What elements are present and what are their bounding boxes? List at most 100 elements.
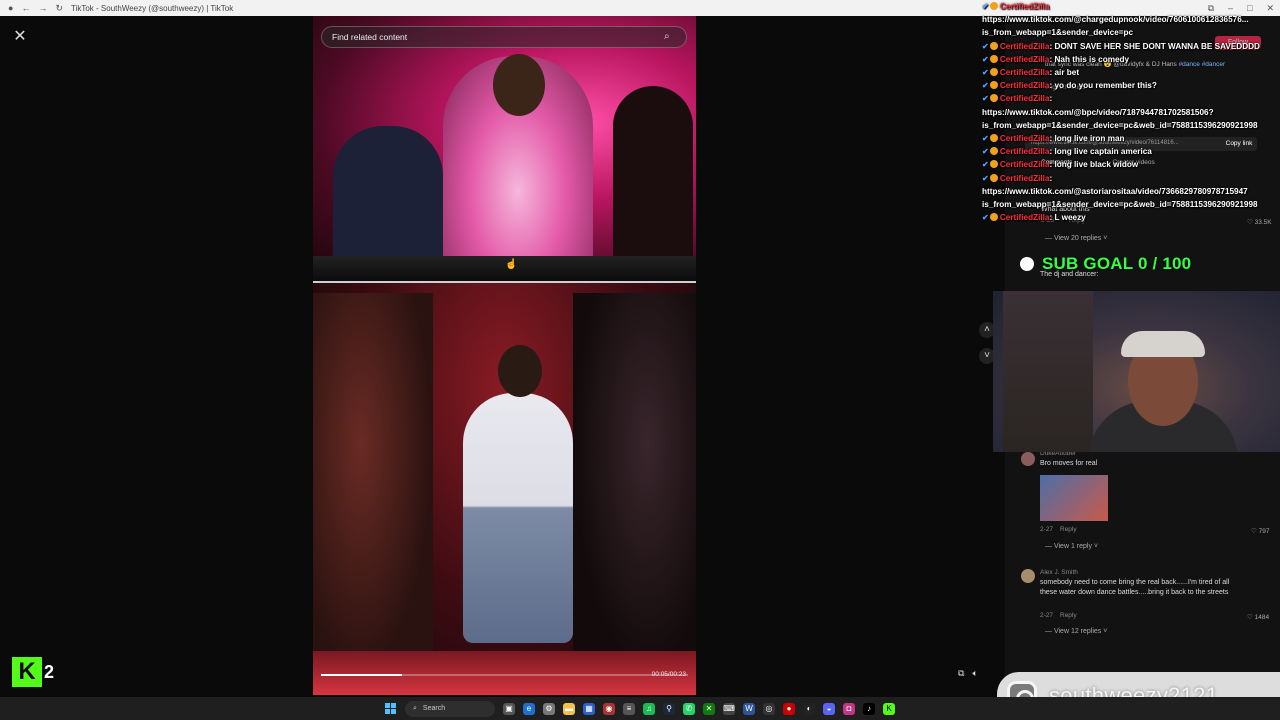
discord-icon[interactable]: ◒ [823,702,835,715]
back-icon[interactable]: ← [21,3,30,13]
windows-start-icon[interactable] [385,702,397,715]
sub-goal-text: SUB GOAL 0 / 100 [1042,254,1192,273]
tiktok-app-icon[interactable]: ♪ [863,702,875,715]
video-bottom-dance-scene [313,283,696,695]
comment-2-likes[interactable]: ♡ 797 [1251,527,1270,535]
chat-message: is_from_webapp=1&sender_device=pc [982,26,1280,39]
task-view-icon[interactable]: ▣ [503,702,515,715]
notepad-icon[interactable]: ≡ [623,702,635,715]
video-player[interactable]: Find related content ⌕ 00:05/00:23 [313,16,696,695]
comment-3-user[interactable]: Alex J. Smith [1040,569,1078,576]
webcam-streamer-cap [1121,331,1205,357]
chat-text: yo do you remember this? [1054,81,1157,91]
chat-text: https://www.tiktok.com/@bpc/video/718794… [982,107,1214,117]
chat-message: https://www.tiktok.com/@bpc/video/718794… [982,106,1280,119]
chat-username: CertifiedZilla [999,173,1050,183]
store-icon[interactable]: ▦ [583,702,595,715]
comment-3-reply[interactable]: Reply [1060,612,1077,619]
kick-app-icon[interactable]: K [883,702,895,715]
dj-head [493,54,545,116]
chat-message: ✔ CertifiedZilla: Nah this is comedy [982,53,1280,66]
chat-message: ✔ CertifiedZilla: yo do you remember this… [982,79,1280,92]
search-icon[interactable]: ⌕ [664,31,676,43]
chat-text: https://www.tiktok.com/@chargedupnook/vi… [982,15,1249,25]
chat-text: long live black widow [1054,160,1139,170]
edge-icon[interactable]: e [523,702,535,715]
comment-3-text: somebody need to come bring the real bac… [1040,579,1230,597]
chat-username: CertifiedZilla [999,147,1050,157]
reload-icon[interactable]: ↻ [55,3,63,14]
whatsapp-icon[interactable]: ✆ [683,702,695,715]
search-icon: ⌕ [413,704,417,712]
spotify-icon[interactable]: ♫ [643,702,655,715]
comment-2-text: Bro moves for real [1040,460,1098,467]
verified-icon: ✔ [982,94,989,104]
chat-message: https://www.tiktok.com/@chargedupnook/vi… [982,13,1280,26]
browser-nav: ● ← → ↻ [0,3,71,14]
kick-count: 2 [44,661,55,682]
comment-2-reply[interactable]: Reply [1060,526,1077,533]
word-icon[interactable]: W [743,702,755,715]
webcam-shelf [1003,291,1093,452]
steam-icon[interactable]: ⚲ [663,702,675,715]
related-search-input[interactable]: Find related content [332,32,664,42]
verified-icon: ✔ [982,213,989,223]
chat-message: ✔ CertifiedZilla: long live black widow [982,158,1280,171]
comment-2-view-replies[interactable]: — View 1 reply ˅ [1045,543,1098,550]
webcam-feed [993,291,1280,452]
chat-message: ✔ CertifiedZilla: [982,172,1280,185]
chat-message: ✔ CertifiedZilla: L weezy [982,211,1280,224]
forward-icon[interactable]: → [38,3,47,13]
obs-icon[interactable]: ◐ [803,702,815,715]
instagram-app-icon[interactable]: ◘ [843,702,855,715]
volume-icon[interactable]: 🔈︎ [972,668,977,682]
comment-2-image[interactable] [1040,475,1108,521]
chat-username: CertifiedZilla [999,213,1050,223]
chat-text: is_from_webapp=1&sender_device=pc&web_id… [982,120,1258,130]
badge-icon [989,41,998,50]
avatar[interactable] [1021,452,1035,466]
terminal-icon[interactable]: ⌨ [723,702,735,715]
file-explorer-icon[interactable]: ▬ [563,702,575,715]
chat-message: ✔ CertifiedZilla: [982,92,1280,105]
comment-3-date: 2-27 [1040,612,1054,619]
chat-text: https://www.tiktok.com/@astoriarositaa/v… [982,186,1248,196]
chat-message: ✔ CertifiedZilla: long live iron man [982,132,1280,145]
chat-message: is_from_webapp=1&sender_device=pc&web_id… [982,198,1280,211]
verified-icon: ✔ [982,134,989,144]
chat-text: DONT SAVE HER SHE DONT WANNA BE SAVEDDDD [1054,41,1260,51]
dancer-head [498,345,542,397]
record-icon[interactable]: ● [783,702,795,715]
mouse-pointer-icon: ☝ [505,259,518,270]
chat-text: Nah this is comedy [1054,54,1130,64]
badge-icon [989,94,998,103]
picture-in-picture-icon[interactable]: ⧉ [958,668,964,682]
sub-goal-overlay: SUB GOAL 0 / 100 [1020,253,1260,275]
kick-k-icon: K [12,657,42,687]
badge-icon [989,54,998,63]
xbox-icon[interactable]: ✕ [703,702,715,715]
close-icon[interactable]: ✕ [10,27,30,47]
chat-text: is_from_webapp=1&sender_device=pc&web_id… [982,200,1258,210]
app-icon[interactable]: ◉ [603,702,615,715]
video-progress-bar[interactable] [321,674,688,676]
taskbar-search[interactable]: ⌕ Search [405,700,495,717]
related-search-bar[interactable]: Find related content ⌕ [321,26,687,48]
settings-icon[interactable]: ⚙ [543,702,555,715]
comment-3-view-replies[interactable]: — View 12 replies ˅ [1045,628,1107,635]
stage-floor [313,651,696,695]
chat-message: https://www.tiktok.com/@astoriarositaa/v… [982,185,1280,198]
chat-header: ✔ CertifiedZilla [982,2,1050,11]
comment-0-view-replies[interactable]: — View 20 replies ˅ [1045,235,1107,242]
avatar[interactable] [1021,569,1035,583]
chrome-icon[interactable]: ◎ [763,702,775,715]
video-progress-fill [321,674,402,676]
comment-2-date: 2-27 [1040,526,1054,533]
verified-icon: ✔ [982,160,989,170]
window-title: TikTok - SouthWeezy (@southweezy) | TikT… [70,3,234,13]
chat-text: long live captain america [1054,147,1152,157]
video-time: 00:05/00:23 [651,671,686,678]
tiktok-favicon-icon: ● [8,3,14,13]
comment-3-likes[interactable]: ♡ 1484 [1247,613,1269,621]
chat-text: long live iron man [1054,134,1125,144]
